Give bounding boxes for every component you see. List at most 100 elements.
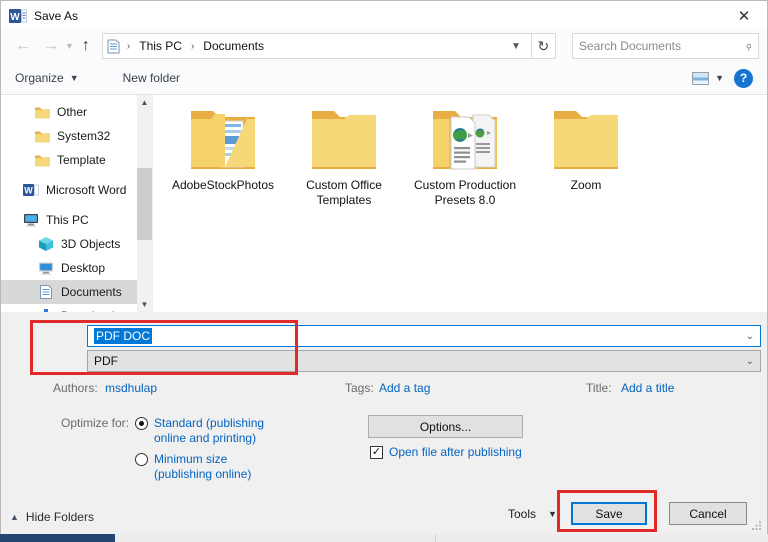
- navigation-sidebar: Other System32 Template W Microsoft Word…: [1, 95, 137, 312]
- scroll-down-icon[interactable]: ▼: [137, 297, 152, 312]
- folder-label: Zoom: [570, 178, 602, 192]
- breadcrumb-item-this-pc[interactable]: This PC: [137, 39, 184, 53]
- resize-grip[interactable]: [752, 520, 762, 530]
- organize-label: Organize: [15, 71, 64, 85]
- document-icon: [38, 284, 54, 300]
- folder-icon: [34, 128, 50, 144]
- breadcrumb[interactable]: › This PC › Documents ▼: [101, 33, 532, 59]
- browse-region: Other System32 Template W Microsoft Word…: [1, 95, 767, 312]
- sidebar-item-desktop[interactable]: Desktop: [1, 256, 137, 280]
- options-button[interactable]: Options...: [368, 415, 523, 438]
- chevron-down-icon: ▼: [548, 509, 557, 519]
- title-label: Title:: [586, 381, 612, 395]
- sidebar-scrollbar[interactable]: ▲ ▼: [137, 95, 152, 312]
- command-toolbar: Organize ▼ New folder ▼ ?: [1, 62, 767, 95]
- refresh-icon[interactable]: ↻: [531, 33, 556, 59]
- monitor-icon: [38, 260, 54, 276]
- save-options-panel: File name: PDF DOC ⌄ Save as type: PDF ⌄…: [1, 312, 767, 534]
- svg-text:W: W: [10, 12, 20, 23]
- folder-label: Custom Office Templates: [306, 178, 382, 207]
- file-name-input[interactable]: PDF DOC ⌄: [87, 325, 761, 347]
- address-dropdown-chevron-icon[interactable]: ▼: [505, 41, 527, 52]
- save-as-dialog: W Save As ✕ ← → ▼ ↑ › This PC › Document…: [0, 0, 768, 542]
- chevron-down-icon: ▼: [715, 73, 724, 83]
- folder-adobestockphotos[interactable]: AdobeStockPhotos: [165, 105, 281, 193]
- folder-icon: [34, 152, 50, 168]
- radio-standard-label: Standard (publishing online and printing…: [154, 416, 265, 445]
- folder-custom-production-presets[interactable]: Custom Production Presets 8.0: [407, 105, 523, 208]
- search-box: ⌕: [571, 33, 759, 59]
- save-as-type-value: PDF: [94, 354, 118, 368]
- 3d-cube-icon: [38, 236, 54, 252]
- folder-custom-office-templates[interactable]: Custom Office Templates: [286, 105, 402, 208]
- cancel-button[interactable]: Cancel: [669, 502, 747, 525]
- taskbar-divider: [435, 534, 436, 542]
- radio-selected-icon[interactable]: [135, 417, 148, 430]
- breadcrumb-separator-icon: ›: [126, 40, 131, 52]
- title-bar: W Save As ✕: [1, 1, 767, 30]
- tags-label: Tags:: [345, 381, 374, 395]
- tools-dropdown[interactable]: Tools ▼: [508, 507, 557, 521]
- folder-with-documents-icon: [433, 111, 497, 170]
- breadcrumb-separator-icon: ›: [190, 40, 195, 52]
- folder-with-photos-icon: [191, 111, 255, 169]
- window-title: Save As: [34, 8, 79, 23]
- optimize-for-label: Optimize for:: [60, 416, 129, 430]
- taskbar-sliver: [0, 534, 768, 542]
- svg-text:W: W: [24, 186, 33, 196]
- title-add-link[interactable]: Add a title: [621, 381, 674, 395]
- forward-arrow-icon[interactable]: →: [37, 37, 65, 55]
- folder-icon: [34, 104, 50, 120]
- chevron-down-icon: ▼: [69, 73, 79, 83]
- scrollbar-thumb[interactable]: [137, 168, 152, 240]
- new-folder-label: New folder: [122, 71, 180, 85]
- thumbnail-view-icon: [692, 71, 710, 85]
- scroll-up-icon[interactable]: ▲: [137, 95, 152, 110]
- navigation-bar: ← → ▼ ↑ › This PC › Documents ▼ ↻ ⌕: [1, 30, 767, 62]
- radio-unselected-icon[interactable]: [135, 453, 148, 466]
- sidebar-item-3d-objects[interactable]: 3D Objects: [1, 232, 137, 256]
- open-after-label: Open file after publishing: [389, 445, 522, 459]
- sidebar-item-documents[interactable]: Documents: [1, 280, 137, 304]
- radio-minimum-label: Minimum size (publishing online): [154, 452, 252, 481]
- word-app-icon: W: [9, 8, 27, 24]
- folder-label: Custom Production Presets 8.0: [413, 178, 517, 207]
- sidebar-item-other[interactable]: Other: [1, 100, 137, 124]
- radio-standard[interactable]: Standard (publishing online and printing…: [135, 416, 286, 446]
- back-arrow-icon[interactable]: ←: [9, 37, 37, 55]
- up-arrow-icon[interactable]: ↑: [76, 37, 96, 55]
- close-icon[interactable]: ✕: [729, 4, 759, 28]
- sidebar-item-system32[interactable]: System32: [1, 124, 137, 148]
- sidebar-item-downloads[interactable]: Downloads: [1, 304, 137, 312]
- file-name-value: PDF DOC: [94, 328, 152, 344]
- sidebar-item-template[interactable]: Template: [1, 148, 137, 172]
- recent-locations-chevron-icon[interactable]: ▼: [65, 41, 76, 51]
- search-input[interactable]: [578, 39, 745, 53]
- help-icon[interactable]: ?: [734, 68, 753, 88]
- radio-minimum[interactable]: Minimum size (publishing online): [135, 452, 286, 482]
- authors-value[interactable]: msdhulap: [105, 381, 157, 395]
- chevron-up-icon: ▲: [10, 512, 19, 522]
- open-after-publishing-checkbox[interactable]: ✓ Open file after publishing: [370, 445, 522, 459]
- save-as-type-select[interactable]: PDF ⌄: [87, 350, 761, 372]
- authors-label: Authors:: [53, 381, 98, 395]
- word-icon: W: [23, 182, 39, 198]
- sidebar-item-microsoft-word[interactable]: W Microsoft Word: [1, 178, 137, 202]
- checkbox-checked-icon[interactable]: ✓: [370, 445, 383, 459]
- folder-label: AdobeStockPhotos: [171, 178, 275, 192]
- organize-button[interactable]: Organize ▼: [15, 71, 79, 85]
- document-location-icon: [107, 39, 120, 53]
- computer-icon: [23, 212, 39, 228]
- scrollbar-track[interactable]: [137, 110, 152, 297]
- metadata-row: Authors: msdhulap Tags: Add a tag Title:…: [1, 381, 767, 397]
- folder-zoom[interactable]: Zoom: [528, 105, 644, 193]
- breadcrumb-item-documents[interactable]: Documents: [201, 39, 266, 53]
- tags-add-link[interactable]: Add a tag: [379, 381, 430, 395]
- hide-folders-button[interactable]: ▲ Hide Folders: [10, 510, 94, 524]
- chevron-down-icon[interactable]: ⌄: [746, 356, 754, 367]
- save-button[interactable]: Save: [571, 502, 647, 525]
- change-view-button[interactable]: ▼: [692, 71, 724, 85]
- sidebar-item-this-pc[interactable]: This PC: [1, 208, 137, 232]
- new-folder-button[interactable]: New folder: [123, 71, 180, 85]
- chevron-down-icon[interactable]: ⌄: [746, 331, 754, 342]
